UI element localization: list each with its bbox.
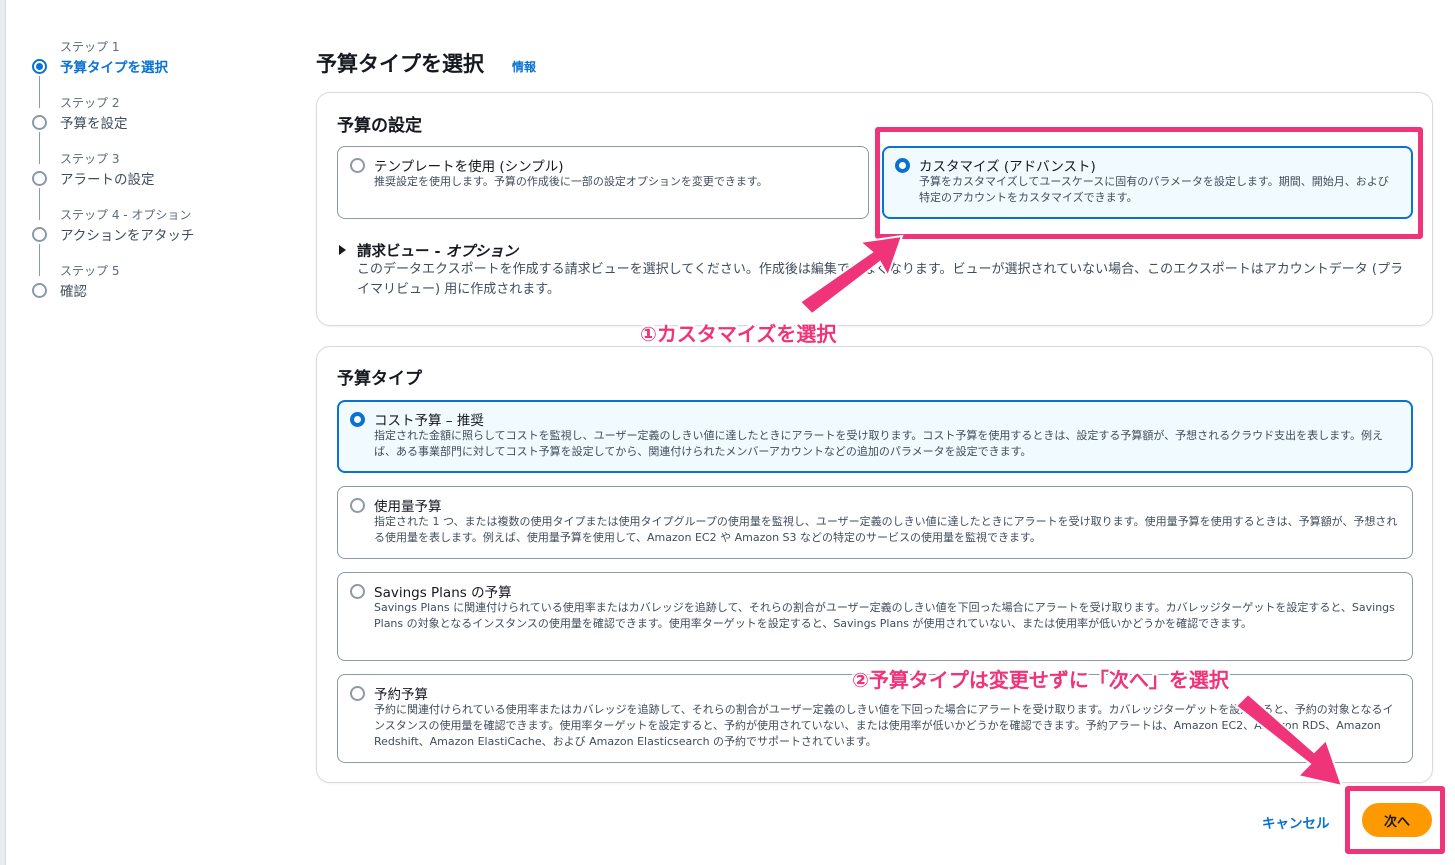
usage-budget-desc: 指定された 1 つ、または複数の使用タイプまたは使用タイプグループの使用量を監視…	[374, 515, 1398, 544]
annotation-step2: ②予算タイプは変更せずに「次へ」を選択	[852, 668, 1229, 692]
cancel-button[interactable]: キャンセル	[1262, 812, 1330, 832]
savings-plans-budget-tile[interactable]: Savings Plans の予算 Savings Plans に関連付けられて…	[337, 572, 1413, 661]
step-5: ステップ 5 確認	[30, 258, 270, 314]
step-label: 確認	[60, 284, 87, 300]
template-option-title: テンプレートを使用 (シンプル)	[374, 159, 564, 175]
step-2: ステップ 2 予算を設定	[30, 90, 270, 164]
step-number: ステップ 3	[60, 152, 120, 166]
reservation-budget-desc: 予約に関連付けられている使用率またはカバレッジを追跡して、それらの割合がユーザー…	[374, 703, 1394, 748]
billing-view-desc: このデータエクスポートを作成する請求ビューを選択してください。作成後は編集できな…	[357, 262, 1403, 297]
annotation-step1: ①カスタマイズを選択	[640, 322, 837, 346]
usage-budget-title: 使用量予算	[374, 499, 442, 515]
caret-right-icon[interactable]	[339, 245, 346, 255]
step-label: アクションをアタッチ	[60, 228, 195, 244]
step-number: ステップ 5	[60, 264, 120, 278]
step-3: ステップ 3 アラートの設定	[30, 146, 270, 220]
savings-plans-budget-title: Savings Plans の予算	[374, 585, 512, 601]
step-number: ステップ 4 - オプション	[60, 208, 192, 222]
info-link[interactable]: 情報	[512, 58, 536, 75]
billing-view-title[interactable]: 請求ビュー - オプション	[357, 240, 518, 261]
radio-selected-icon[interactable]	[350, 412, 365, 427]
wizard-stepper: ステップ 1 予算タイプを選択 ステップ 2 予算を設定 ステップ 3 アラート…	[30, 34, 270, 314]
usage-budget-tile[interactable]: 使用量予算 指定された 1 つ、または複数の使用タイプまたは使用タイプグループの…	[337, 486, 1413, 559]
reservation-budget-title: 予約予算	[374, 687, 428, 703]
radio-unselected-icon[interactable]	[350, 498, 365, 513]
step-label[interactable]: 予算タイプを選択	[60, 56, 168, 76]
budget-types-title: 予算タイプ	[337, 369, 422, 389]
page-title: 予算タイプを選択	[316, 52, 484, 76]
cost-budget-title: コスト予算 – 推奨	[374, 413, 484, 429]
template-option-desc: 推奨設定を使用します。予算の作成後に一部の設定オプションを変更できます。	[374, 175, 768, 188]
budget-settings-title: 予算の設定	[337, 116, 422, 136]
budget-types-panel: 予算タイプ コスト予算 – 推奨 指定された金額に照らしてコストを監視し、ユーザ…	[316, 346, 1433, 783]
radio-unselected-icon[interactable]	[350, 686, 365, 701]
step-1[interactable]: ステップ 1 予算タイプを選択	[30, 34, 270, 108]
step-pending-icon	[32, 227, 47, 242]
highlight-box-custom	[875, 127, 1423, 239]
step-pending-icon	[32, 283, 47, 298]
step-number: ステップ 1	[60, 40, 120, 54]
radio-unselected-icon[interactable]	[350, 158, 365, 173]
left-edge-bar	[0, 0, 6, 865]
step-number: ステップ 2	[60, 96, 120, 110]
step-active-icon	[32, 59, 47, 74]
radio-unselected-icon[interactable]	[350, 584, 365, 599]
step-4: ステップ 4 - オプション アクションをアタッチ	[30, 202, 270, 276]
step-label: アラートの設定	[60, 172, 155, 188]
template-option-tile[interactable]: テンプレートを使用 (シンプル) 推奨設定を使用します。予算の作成後に一部の設定…	[337, 146, 869, 219]
step-label: 予算を設定	[60, 116, 128, 132]
savings-plans-budget-desc: Savings Plans に関連付けられている使用率またはカバレッジを追跡して…	[374, 601, 1395, 630]
highlight-box-next	[1345, 786, 1445, 854]
step-pending-icon	[32, 171, 47, 186]
cost-budget-desc: 指定された金額に照らしてコストを監視し、ユーザー定義のしきい値に達したときにアラ…	[374, 429, 1384, 458]
step-pending-icon	[32, 115, 47, 130]
cost-budget-tile[interactable]: コスト予算 – 推奨 指定された金額に照らしてコストを監視し、ユーザー定義のしき…	[337, 400, 1413, 473]
